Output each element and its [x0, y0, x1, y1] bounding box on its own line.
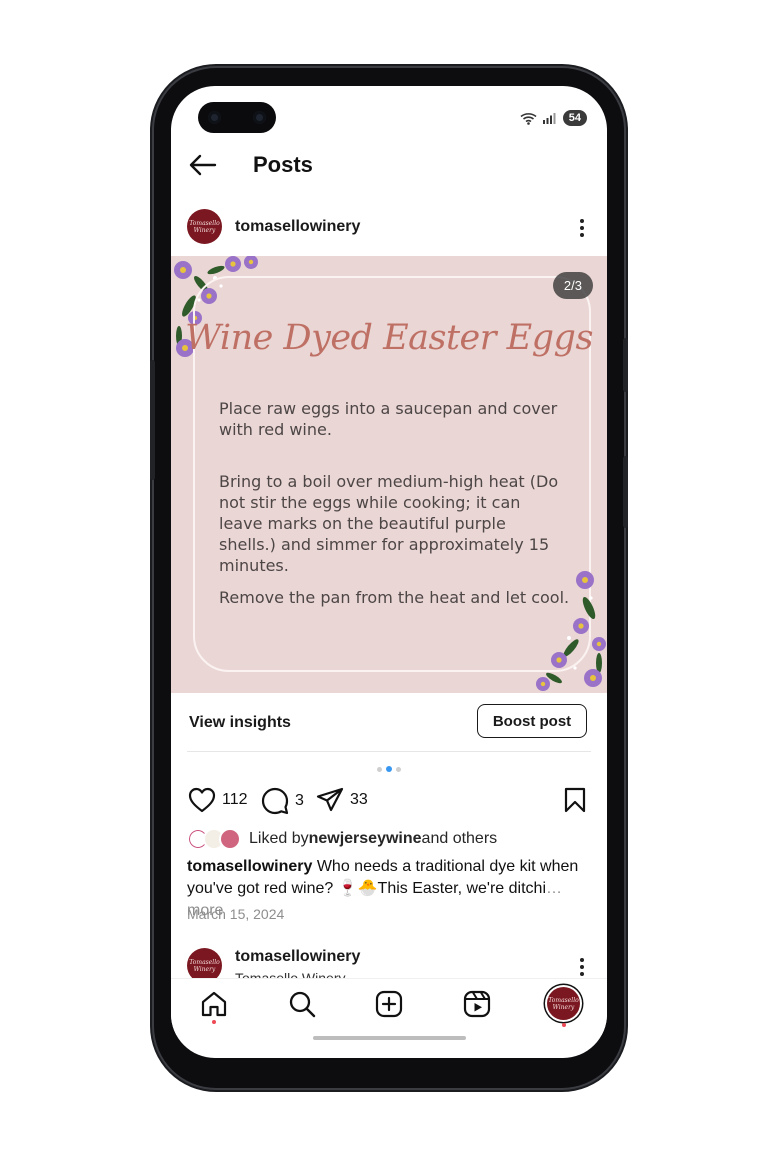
like-action[interactable]: 112 — [188, 787, 248, 813]
image-paragraph-1: Place raw eggs into a saucepan and cover… — [219, 399, 558, 439]
comment-action[interactable]: 3 — [261, 787, 304, 815]
carousel-indicator — [377, 766, 401, 772]
carousel-dot — [396, 766, 401, 772]
search-icon — [289, 991, 316, 1018]
notification-dot — [212, 1020, 216, 1024]
next-post-username[interactable]: tomasellowinery — [235, 948, 360, 966]
share-action[interactable]: 33 — [316, 787, 368, 813]
back-button[interactable] — [189, 154, 217, 181]
reels-icon — [463, 990, 491, 1018]
nav-home[interactable] — [200, 990, 228, 1024]
divider — [187, 751, 591, 752]
avatar[interactable]: Tomasello Winery — [187, 209, 222, 244]
nav-search[interactable] — [288, 990, 316, 1023]
more-options-button[interactable] — [580, 219, 584, 240]
image-paragraph-3: Remove the pan from the heat and let coo… — [219, 588, 570, 607]
page-title: Posts — [253, 152, 313, 177]
profile-notification-dot — [562, 1023, 566, 1027]
more-icon — [580, 958, 584, 976]
volume-button — [150, 360, 155, 480]
comment-count: 3 — [295, 792, 304, 809]
status-bar: 54 — [520, 110, 587, 126]
liker-avatar-3 — [219, 828, 241, 850]
more-icon — [580, 219, 584, 237]
screen: 54 Posts Tomasello Winery tomasellowiner… — [171, 86, 607, 1058]
liked-by-suffix: and others — [421, 830, 498, 847]
view-insights-link[interactable]: View insights — [189, 714, 291, 732]
share-icon — [316, 787, 344, 812]
image-title: Wine Dyed Easter Eggs — [185, 318, 593, 358]
next-post-more-button[interactable] — [580, 958, 584, 979]
nav-profile[interactable]: Tomasello Winery — [547, 987, 580, 1027]
bookmark-button[interactable] — [564, 787, 586, 813]
front-camera — [198, 102, 276, 133]
caption-username[interactable]: tomasellowinery — [187, 858, 312, 875]
share-count: 33 — [350, 791, 368, 808]
carousel-dot-active — [386, 766, 392, 772]
liked-by-prefix: Liked by — [249, 830, 309, 847]
post-username[interactable]: tomasellowinery — [235, 218, 360, 236]
side-button — [623, 456, 628, 528]
image-paragraph-2: Bring to a boil over medium-high heat (D… — [219, 472, 559, 575]
flowers-bottom-right — [536, 571, 606, 691]
battery-indicator: 54 — [562, 110, 587, 126]
carousel-dot — [377, 766, 382, 772]
profile-icon: Tomasello Winery — [547, 987, 580, 1020]
nav-create[interactable] — [375, 990, 403, 1023]
back-arrow-icon — [189, 154, 217, 176]
create-icon — [375, 990, 403, 1018]
heart-icon — [188, 787, 216, 813]
nav-reels[interactable] — [463, 990, 491, 1023]
post-image[interactable]: 2/3 Wine Dyed Easter Eggs Place raw eggs… — [171, 256, 607, 693]
comment-icon — [261, 787, 289, 815]
signal-icon — [542, 113, 556, 124]
post-date: March 15, 2024 — [187, 906, 285, 922]
wifi-icon — [520, 112, 537, 125]
power-button — [623, 338, 628, 392]
bookmark-icon — [564, 787, 586, 813]
liked-by-row[interactable]: Liked by newjerseywine and others — [187, 828, 497, 850]
gesture-bar — [313, 1036, 466, 1040]
like-count: 112 — [222, 791, 248, 808]
boost-post-button[interactable]: Boost post — [477, 704, 587, 738]
home-icon — [201, 991, 227, 1017]
slide-counter: 2/3 — [552, 272, 593, 299]
liked-by-user[interactable]: newjerseywine — [309, 830, 422, 848]
